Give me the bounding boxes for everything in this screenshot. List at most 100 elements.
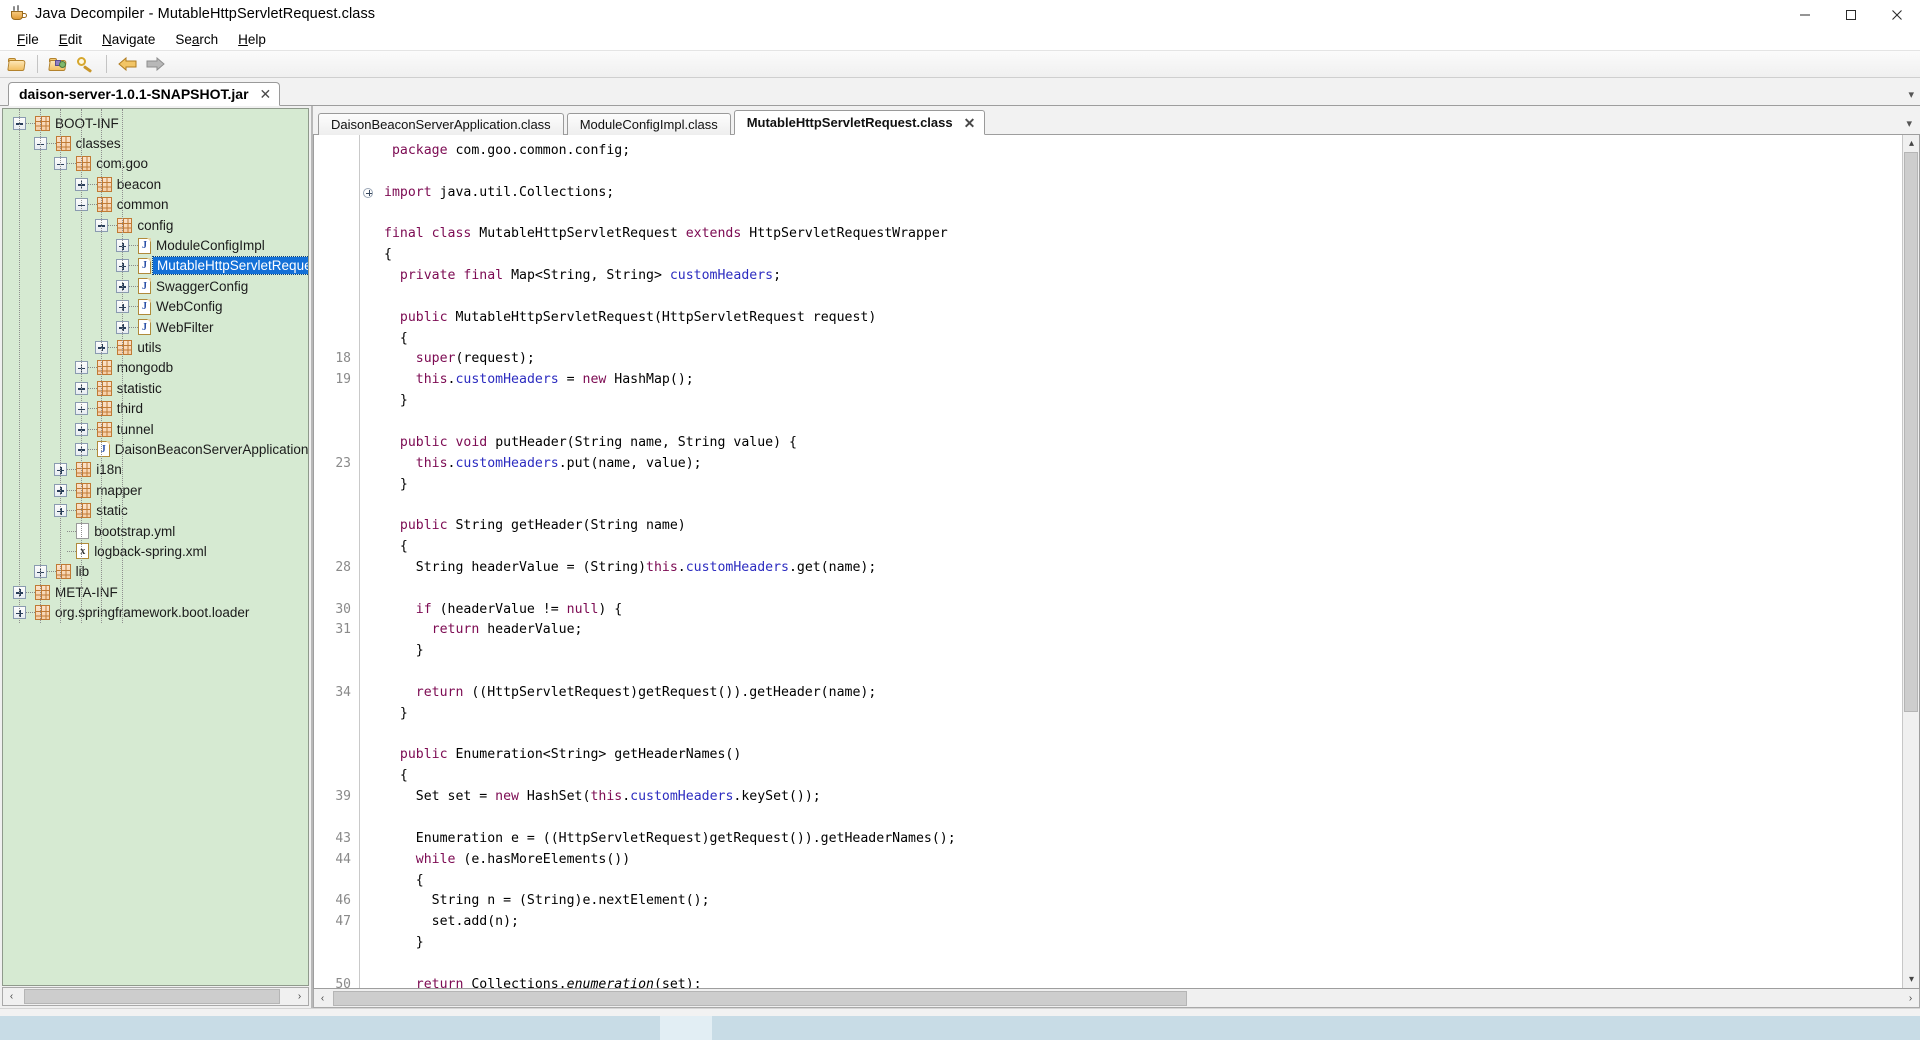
tree-node-org-springframework-boot-loader[interactable]: org.springframework.boot.loader (3, 602, 308, 622)
jar-tab[interactable]: daison-server-1.0.1-SNAPSHOT.jar ✕ (8, 82, 281, 106)
forward-button[interactable] (142, 53, 168, 76)
fold-slot (360, 750, 376, 771)
editor-vscroll-thumb[interactable] (1904, 152, 1918, 712)
tree-scroll-area[interactable]: BOOT-INF classes com.goo beacon common config… (2, 108, 309, 986)
editor-hscroll-track[interactable] (331, 989, 1902, 1007)
tree-node-beacon[interactable]: beacon (3, 174, 308, 194)
line-number (314, 516, 359, 537)
editor-vertical-scrollbar[interactable]: ▴ ▾ (1902, 135, 1919, 988)
editor-hscroll-thumb[interactable] (333, 990, 1187, 1006)
taskbar-segment-left (0, 1016, 660, 1040)
tree-node-lib[interactable]: lib (3, 562, 308, 582)
package-icon (96, 197, 112, 213)
fold-slot (360, 162, 376, 183)
code-token: = (558, 372, 583, 388)
tree-node-mongodb[interactable]: mongodb (3, 358, 308, 378)
jar-tab-close-icon[interactable]: ✕ (259, 87, 273, 101)
tree-node-webfilter[interactable]: J WebFilter (3, 317, 308, 337)
line-number: 44 (335, 851, 351, 867)
package-icon (117, 339, 133, 355)
tree-node-third[interactable]: third (3, 398, 308, 418)
tree-node-boot-inf[interactable]: BOOT-INF (3, 113, 308, 133)
package-icon (117, 217, 133, 233)
back-button[interactable] (114, 53, 140, 76)
code-token: { (384, 872, 424, 888)
package-folder-icon (48, 57, 67, 71)
source-code[interactable]: package com.goo.common.config; import ja… (376, 135, 1902, 988)
editor-vscroll-track[interactable] (1903, 152, 1919, 971)
editor-horizontal-scrollbar[interactable]: ‹ › (313, 989, 1920, 1008)
close-button[interactable] (1874, 0, 1920, 29)
tree-node-swaggerconfig[interactable]: J SwaggerConfig (3, 276, 308, 296)
fold-slot (360, 229, 376, 250)
tree-node-common[interactable]: common (3, 195, 308, 215)
fold-slot[interactable] (360, 187, 376, 209)
tree-node-meta-inf[interactable]: META-INF (3, 582, 308, 602)
editor-scroll-right-icon[interactable]: › (1902, 989, 1919, 1007)
tree-node-i18n[interactable]: i18n (3, 460, 308, 480)
file-tab-active[interactable]: MutableHttpServletRequest.class ✕ (733, 110, 986, 135)
file-tab-overflow-icon[interactable]: ▾ (1906, 117, 1912, 130)
tree-node-label: WebFilter (156, 319, 214, 335)
package-icon (76, 156, 92, 172)
fold-gutter[interactable] (360, 135, 376, 988)
tree-node-label: MutableHttpServletRequest (151, 256, 308, 276)
maximize-button[interactable] (1828, 0, 1874, 29)
fold-expand-icon[interactable] (363, 187, 373, 198)
code-token: ) { (598, 601, 623, 617)
source-editor[interactable]: 18 19 23 28 30 31 34 39 43 44 46 47 50 package com.g… (314, 135, 1902, 988)
menu-edit[interactable]: Edit (49, 30, 92, 49)
search-button[interactable] (73, 53, 99, 76)
code-token: } (384, 643, 424, 659)
line-number (314, 808, 359, 829)
tree-node-daisonbeaconserverapplication[interactable]: J DaisonBeaconServerApplication (3, 439, 308, 459)
menu-file[interactable]: File (7, 30, 49, 49)
menu-search[interactable]: Search (165, 30, 228, 49)
minimize-button[interactable] (1782, 0, 1828, 29)
jar-tab-overflow-icon[interactable]: ▾ (1908, 88, 1914, 101)
tree-node-label: beacon (116, 176, 162, 192)
tree-node-static[interactable]: static (3, 500, 308, 520)
tree-node-config[interactable]: config (3, 215, 308, 235)
editor-scroll-up-icon[interactable]: ▴ (1903, 135, 1919, 152)
taskbar-segment-active[interactable] (660, 1016, 712, 1040)
tree-horizontal-scrollbar[interactable]: ‹ › (2, 987, 309, 1006)
editor-scroll-left-icon[interactable]: ‹ (314, 989, 331, 1007)
tree-connector (87, 367, 97, 369)
tree-scroll-left-icon[interactable]: ‹ (3, 988, 20, 1005)
tree-node-webconfig[interactable]: J WebConfig (3, 297, 308, 317)
tree-connector (87, 183, 97, 185)
tree-node-statistic[interactable]: statistic (3, 378, 308, 398)
tree-node-moduleconfigimpl[interactable]: J ModuleConfigImpl (3, 235, 308, 255)
tree-node-tunnel[interactable]: tunnel (3, 419, 308, 439)
menu-navigate[interactable]: Navigate (92, 30, 165, 49)
editor-scroll-down-icon[interactable]: ▾ (1903, 971, 1919, 988)
tree-node-bootstrap-yml[interactable]: bootstrap.yml (3, 521, 308, 541)
fold-slot (360, 605, 376, 626)
tree-scroll-track[interactable] (20, 988, 291, 1005)
magnifier-key-icon (77, 57, 95, 73)
menu-bar: File Edit Navigate Search Help (0, 29, 1920, 51)
fold-slot (360, 667, 376, 688)
code-token: return (384, 684, 464, 700)
tree-node-classes[interactable]: classes (3, 133, 308, 153)
open-type-button[interactable] (45, 53, 71, 76)
tree-guide-line (122, 109, 123, 623)
java-class-icon: J (138, 319, 151, 336)
tree-node-logback-spring-xml[interactable]: x logback-spring.xml (3, 541, 308, 561)
main-split: BOOT-INF classes com.goo beacon common config… (0, 106, 1920, 1008)
tree-node-com-goo[interactable]: com.goo (3, 154, 308, 174)
file-tab[interactable]: DaisonBeaconServerApplication.class (318, 113, 564, 135)
tree-scroll-thumb[interactable] (24, 989, 280, 1004)
file-tab[interactable]: ModuleConfigImpl.class (566, 113, 731, 135)
tree-scroll-right-icon[interactable]: › (291, 988, 308, 1005)
tree-node-utils[interactable]: utils (3, 337, 308, 357)
file-tab-close-icon[interactable]: ✕ (963, 116, 977, 130)
line-number: 30 (335, 601, 351, 617)
open-file-button[interactable] (4, 53, 30, 76)
tree-node-mutablehttpservletrequest[interactable]: J MutableHttpServletRequest (3, 256, 308, 276)
code-line: public Enumeration<String> getHeaderName… (384, 745, 1902, 766)
menu-help[interactable]: Help (228, 30, 276, 49)
tree-node-mapper[interactable]: mapper (3, 480, 308, 500)
fold-slot (360, 250, 376, 271)
